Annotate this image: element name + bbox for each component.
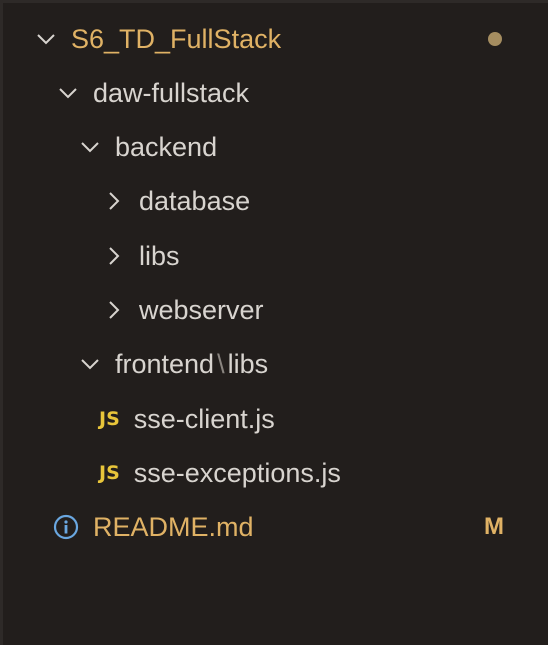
chevron-down-icon — [79, 136, 101, 158]
tree-item-label: README.md — [93, 511, 254, 542]
chevron-down-icon — [35, 28, 57, 50]
tree-item-label: sse-exceptions.js — [133, 457, 341, 488]
path-separator: \ — [217, 348, 225, 379]
tree-item-sse-exceptions-js[interactable]: JS sse-exceptions.js — [3, 446, 548, 500]
tree-item-label: database — [139, 185, 251, 216]
tree-item-label: S6_TD_FullStack — [71, 23, 282, 54]
tree-item-backend[interactable]: backend — [3, 120, 548, 174]
chevron-down-icon — [79, 353, 101, 375]
tree-item-label: sse-client.js — [133, 403, 275, 434]
tree-item-label-libs: libs — [227, 348, 269, 379]
tree-item-libs[interactable]: libs — [3, 229, 548, 283]
tree-item-label: backend — [115, 131, 218, 162]
tree-item-readme[interactable]: README.md M — [3, 500, 548, 554]
tree-item-database[interactable]: database — [3, 174, 548, 228]
tree-item-root-folder[interactable]: S6_TD_FullStack — [3, 12, 548, 66]
chevron-right-icon — [103, 245, 125, 267]
tree-item-label-frontend: frontend — [115, 348, 215, 379]
chevron-right-icon — [103, 190, 125, 212]
info-icon — [53, 514, 79, 540]
tree-item-frontend-libs[interactable]: frontend \ libs — [3, 337, 548, 391]
tree-item-daw-fullstack[interactable]: daw-fullstack — [3, 66, 548, 120]
git-modified-badge: M — [484, 513, 504, 540]
tree-item-label: libs — [139, 240, 180, 271]
chevron-down-icon — [57, 82, 79, 104]
tree-item-webserver[interactable]: webserver — [3, 283, 548, 337]
tree-item-label: webserver — [139, 294, 264, 325]
unsaved-changes-dot — [488, 32, 502, 46]
file-explorer-panel: S6_TD_FullStack daw-fullstack backend da… — [0, 0, 548, 645]
tree-item-label: daw-fullstack — [93, 77, 250, 108]
javascript-file-icon: JS — [99, 408, 120, 430]
javascript-file-icon: JS — [99, 462, 120, 484]
tree-item-sse-client-js[interactable]: JS sse-client.js — [3, 392, 548, 446]
chevron-right-icon — [103, 299, 125, 321]
